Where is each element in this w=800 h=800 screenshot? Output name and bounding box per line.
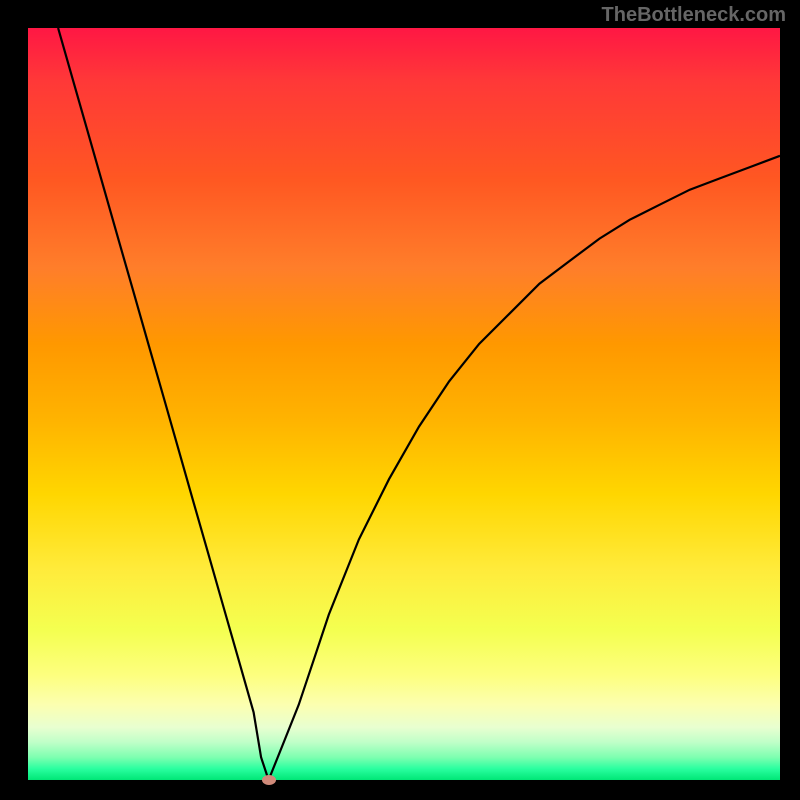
curve-svg — [28, 28, 780, 780]
plot-area — [28, 28, 780, 780]
watermark-text: TheBottleneck.com — [602, 4, 786, 27]
bottleneck-curve — [58, 28, 780, 780]
optimum-marker — [262, 775, 276, 785]
